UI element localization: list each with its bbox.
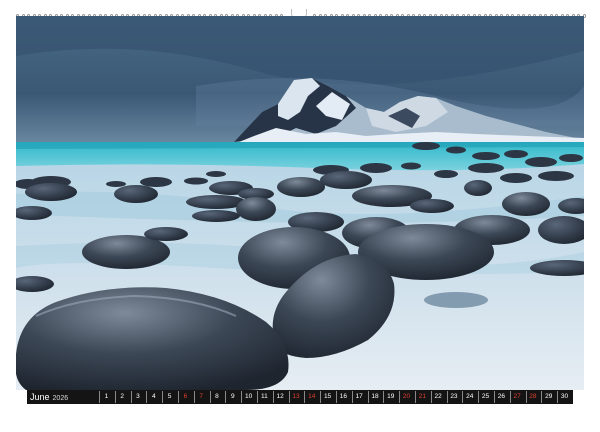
day-cell: 14 (304, 391, 318, 403)
month-label: June 2026 (27, 392, 99, 402)
day-cell: 8 (209, 391, 224, 403)
day-row: 1 2 3 4 5 6 7 8 9 10 11 12 13 14 15 16 17 18 19 20 21 22 23 24 2… (99, 390, 573, 404)
day-cell: 22 (430, 391, 445, 403)
day-cell: 15 (320, 391, 334, 403)
landscape-photo (16, 16, 584, 390)
day-cell: 19 (383, 391, 397, 403)
month-name: June (30, 392, 50, 402)
day-cell: 6 (177, 391, 192, 403)
day-cell: 24 (462, 391, 476, 403)
day-cell: 11 (256, 391, 271, 403)
day-cell: 30 (557, 391, 571, 403)
day-cell: 5 (162, 391, 176, 403)
day-cell: 3 (130, 391, 145, 403)
day-cell: 7 (193, 391, 208, 403)
day-cell: 28 (525, 391, 540, 403)
day-cell: 9 (225, 391, 239, 403)
day-cell: 20 (399, 391, 413, 403)
day-cell: 12 (272, 391, 287, 403)
day-cell: 23 (446, 391, 461, 403)
day-cell: 16 (335, 391, 350, 403)
day-cell: 26 (493, 391, 508, 403)
day-cell: 10 (241, 391, 255, 403)
calendar-strip: June 2026 1 2 3 4 5 6 7 8 9 10 11 12 13 14 15 16 17 18 19 20… (27, 390, 573, 404)
day-cell: 2 (114, 391, 129, 403)
day-cell: 25 (478, 391, 492, 403)
day-cell: 13 (288, 391, 303, 403)
year-label: 2026 (52, 395, 69, 402)
day-cell: 18 (367, 391, 382, 403)
day-cell: 1 (99, 391, 113, 403)
day-cell: 17 (351, 391, 366, 403)
day-cell: 27 (509, 391, 524, 403)
day-cell: 29 (541, 391, 555, 403)
day-cell: 4 (146, 391, 160, 403)
day-cell: 21 (414, 391, 429, 403)
